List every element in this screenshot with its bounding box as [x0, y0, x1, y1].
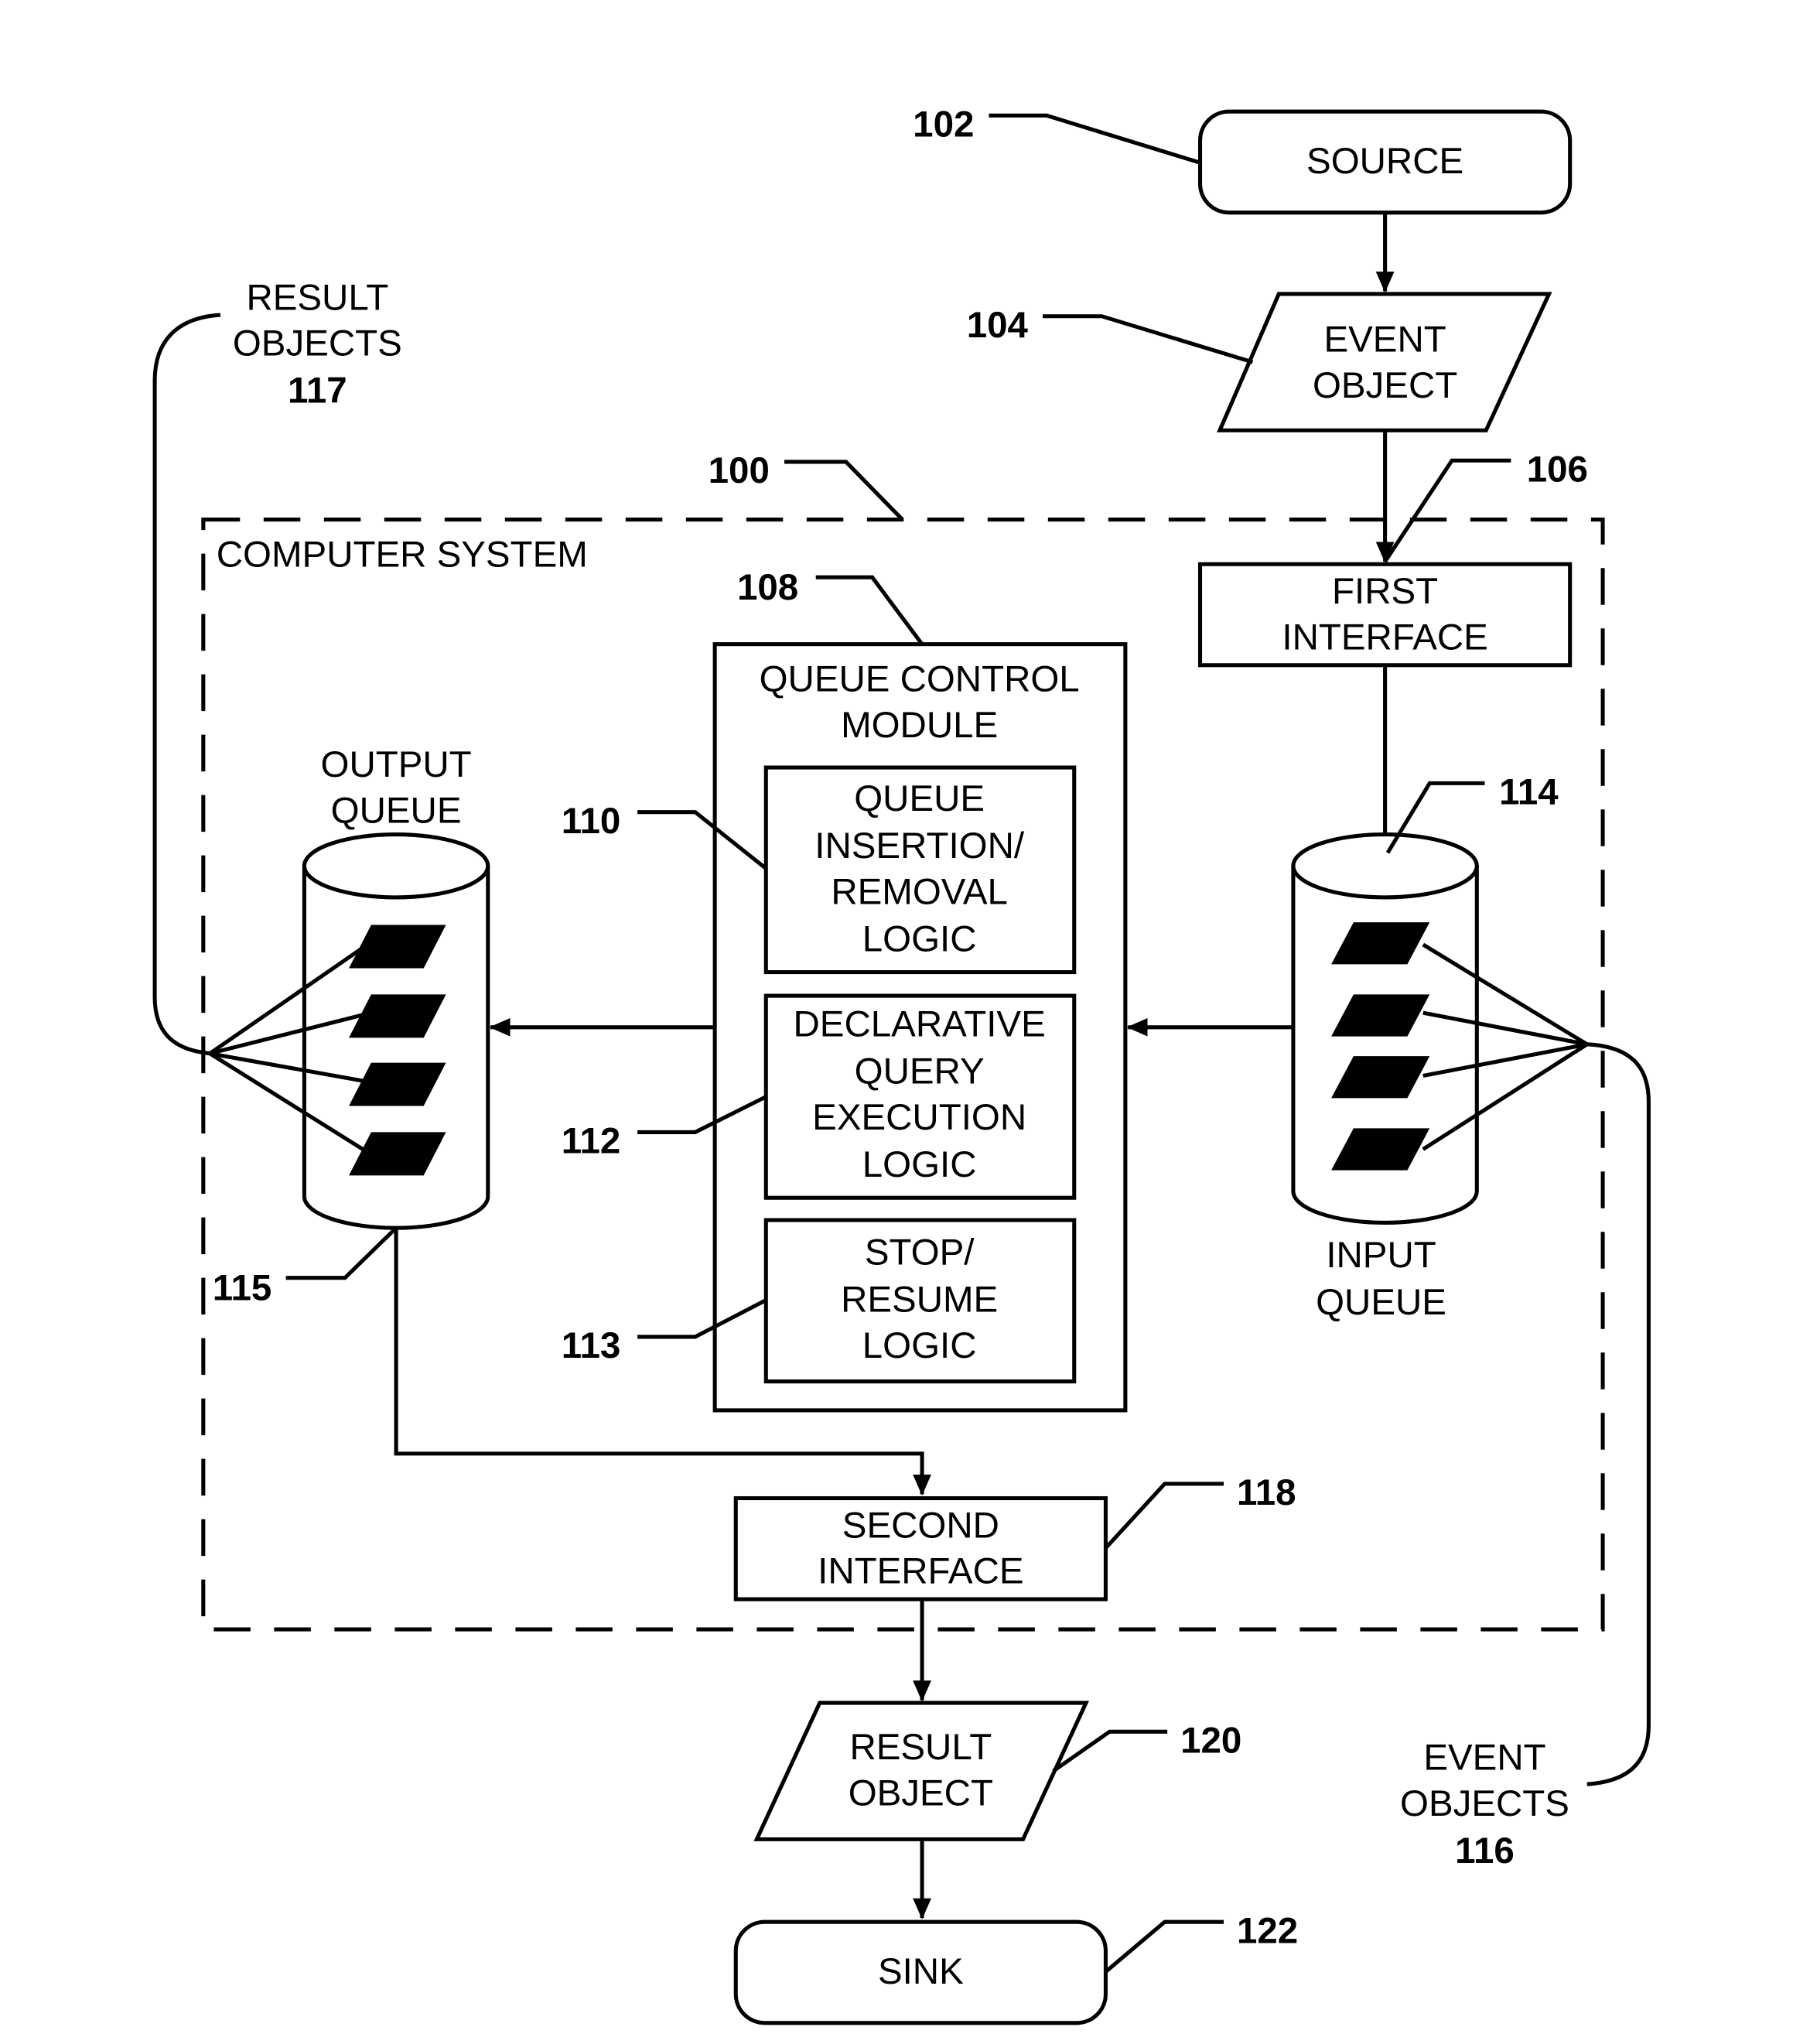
- first-interface-line-2: INTERFACE: [1282, 617, 1487, 658]
- callout-104: 104: [967, 305, 1254, 364]
- second-interface-line-1: SECOND: [842, 1505, 999, 1546]
- event-object-shape: [1217, 292, 1552, 432]
- sink-label: SINK: [878, 1951, 964, 1992]
- ref-label-115: 115: [213, 1267, 272, 1308]
- stop-resume-logic: STOP/ RESUME LOGIC: [763, 1218, 1077, 1384]
- result-objects-line-2: OBJECTS: [233, 323, 402, 364]
- leader-line-115: [285, 1226, 398, 1280]
- result-object-shape: [753, 1700, 1089, 1841]
- callout-102: 102: [913, 104, 1201, 165]
- event-object-line-1: EVENT: [1323, 320, 1446, 361]
- ref-label-108: 108: [737, 567, 798, 608]
- leader-line-102: [989, 113, 1201, 165]
- event-objects-line-1: EVENT: [1423, 1738, 1545, 1779]
- ref-label-113: 113: [562, 1325, 621, 1366]
- leader-line-108: [815, 575, 924, 646]
- callout-106: 106: [1383, 449, 1588, 563]
- callout-118: 118: [1104, 1472, 1296, 1550]
- leader-line-122: [1104, 1919, 1224, 1974]
- input-queue-line-1: INPUT: [1326, 1235, 1436, 1276]
- submodule-113-line-2: RESUME: [841, 1280, 998, 1321]
- output-queue-top: [302, 832, 490, 900]
- ref-label-110: 110: [562, 801, 621, 842]
- callout-108: 108: [737, 567, 924, 646]
- second-interface-node: SECOND INTERFACE: [733, 1495, 1108, 1601]
- submodule-110-line-1: QUEUE: [854, 778, 985, 819]
- queue-insertion-removal-logic: QUEUE INSERTION/ REMOVAL LOGIC: [763, 765, 1077, 975]
- ref-label-114: 114: [1499, 772, 1559, 813]
- callout-115: 115: [213, 1226, 398, 1308]
- source-label: SOURCE: [1306, 141, 1463, 182]
- first-interface-line-1: FIRST: [1332, 571, 1438, 612]
- ref-label-118: 118: [1237, 1472, 1296, 1513]
- ref-label-104: 104: [967, 305, 1029, 346]
- first-interface-node: FIRST INTERFACE: [1197, 562, 1573, 668]
- second-interface-line-2: INTERFACE: [818, 1551, 1023, 1592]
- submodule-113-line-3: LOGIC: [862, 1325, 977, 1366]
- leader-line-106: [1383, 458, 1511, 563]
- source-node: SOURCE: [1197, 109, 1573, 215]
- ref-label-102: 102: [913, 104, 974, 145]
- event-objects-line-2: OBJECTS: [1400, 1783, 1569, 1824]
- sink-node: SINK: [733, 1919, 1108, 2025]
- output-queue-line-1: OUTPUT: [321, 744, 472, 785]
- result-object-line-1: RESULT: [849, 1727, 992, 1768]
- leader-line-118: [1104, 1482, 1224, 1550]
- result-object-node: RESULT OBJECT: [753, 1700, 1089, 1841]
- submodule-110-line-3: REMOVAL: [831, 871, 1008, 912]
- callout-100: 100: [709, 450, 904, 521]
- callout-120: 120: [1052, 1720, 1241, 1773]
- event-object-node: EVENT OBJECT: [1217, 292, 1552, 432]
- leader-line-104: [1043, 314, 1254, 364]
- declarative-query-execution-logic: DECLARATIVE QUERY EXECUTION LOGIC: [763, 993, 1077, 1200]
- ref-label-106: 106: [1527, 449, 1588, 490]
- ref-label-120: 120: [1180, 1720, 1241, 1761]
- ref-label-100: 100: [709, 450, 770, 491]
- input-queue-top: [1291, 832, 1479, 900]
- ref-label-116: 116: [1455, 1830, 1515, 1871]
- queue-control-module: QUEUE CONTROL MODULE QUEUE INSERTION/ RE…: [712, 642, 1128, 1413]
- submodule-112-line-3: EXECUTION: [812, 1097, 1026, 1138]
- event-objects-bracket: [1586, 1042, 1651, 1786]
- ref-label-112: 112: [562, 1121, 621, 1162]
- event-object-line-2: OBJECT: [1313, 365, 1457, 406]
- result-object-line-2: OBJECT: [849, 1772, 993, 1813]
- submodule-110-line-4: LOGIC: [862, 918, 977, 959]
- submodule-113-line-1: STOP/: [865, 1232, 975, 1273]
- ref-label-117: 117: [288, 371, 347, 412]
- callout-122: 122: [1104, 1910, 1298, 1974]
- system-diagram: COMPUTER SYSTEM 100 SOURCE 102 EVENT OBJ…: [152, 104, 1651, 2025]
- leader-line-100: [784, 460, 904, 521]
- output-queue-node: OUTPUT QUEUE: [302, 744, 490, 1230]
- submodule-112-line-2: QUERY: [855, 1051, 985, 1092]
- queue-control-module-line-2: MODULE: [841, 705, 998, 746]
- submodule-112-line-1: DECLARATIVE: [794, 1004, 1046, 1045]
- result-objects-line-1: RESULT: [246, 277, 388, 318]
- ref-label-122: 122: [1237, 1910, 1298, 1951]
- input-queue-line-2: QUEUE: [1316, 1282, 1446, 1323]
- submodule-112-line-4: LOGIC: [862, 1144, 977, 1185]
- submodule-110-line-2: INSERTION/: [814, 825, 1025, 866]
- result-objects-bracket: [152, 313, 221, 1056]
- output-queue-line-2: QUEUE: [331, 790, 462, 831]
- computer-system-label: COMPUTER SYSTEM: [217, 535, 588, 576]
- input-queue-node: INPUT QUEUE: [1291, 832, 1479, 1323]
- queue-control-module-line-1: QUEUE CONTROL: [760, 659, 1080, 700]
